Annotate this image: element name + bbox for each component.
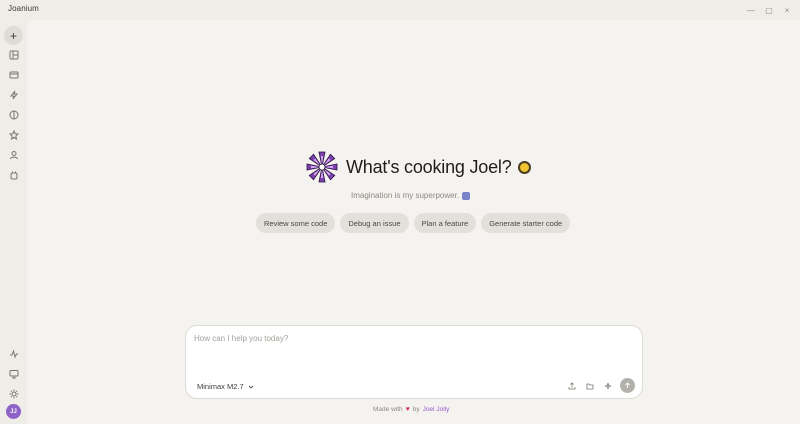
footer-by: by <box>412 406 420 413</box>
chevron-down-icon <box>248 385 254 389</box>
automations-icon[interactable] <box>5 86 22 103</box>
upload-icon[interactable] <box>566 380 578 392</box>
arrow-up-icon <box>625 382 630 388</box>
connectors-icon[interactable] <box>5 166 22 183</box>
footer: Made with ♥ by Joel Jolly <box>373 406 449 413</box>
window-controls: — ▢ × <box>744 3 794 17</box>
activity-icon[interactable] <box>5 345 22 362</box>
library-icon[interactable] <box>5 46 22 63</box>
minimize-button[interactable]: — <box>744 3 758 17</box>
app-title: Joanium <box>8 4 39 13</box>
close-button[interactable]: × <box>780 3 794 17</box>
author-link[interactable]: Joel Jolly <box>423 406 450 413</box>
send-button[interactable] <box>620 378 635 393</box>
projects-icon[interactable] <box>5 66 22 83</box>
skills-icon[interactable] <box>5 106 22 123</box>
model-label: Minimax M2.7 <box>197 382 244 391</box>
suggestion-chips: Review some code Debug an issue Plan a f… <box>256 213 571 233</box>
greeting-heading: What's cooking Joel? <box>346 156 512 177</box>
suggestion-chip[interactable]: Generate starter code <box>481 213 571 233</box>
joanium-logo-icon <box>306 151 338 183</box>
footer-made-with: Made with <box>373 406 403 413</box>
cooking-emoji-icon <box>517 160 531 174</box>
new-chat-button[interactable]: + <box>4 26 23 45</box>
subtitle-text: Imagination is my superpower. <box>351 191 460 200</box>
display-icon[interactable] <box>5 365 22 382</box>
sidebar: + JJ <box>0 20 27 424</box>
title-bar: Joanium — ▢ × <box>0 0 800 20</box>
agents-icon[interactable] <box>5 146 22 163</box>
composer-tools <box>566 378 635 393</box>
folder-icon[interactable] <box>584 380 596 392</box>
hero: What's cooking Joel? <box>305 150 531 184</box>
suggestion-chip[interactable]: Debug an issue <box>340 213 409 233</box>
avatar[interactable]: JJ <box>6 404 21 419</box>
sparkle-icon[interactable] <box>602 380 614 392</box>
maximize-button[interactable]: ▢ <box>762 3 776 17</box>
superhero-emoji-icon <box>462 191 471 200</box>
subtitle: Imagination is my superpower. <box>351 191 471 200</box>
suggestion-chip[interactable]: Plan a feature <box>413 213 477 233</box>
model-selector[interactable]: Minimax M2.7 <box>197 382 254 391</box>
heart-icon: ♥ <box>405 406 410 413</box>
theme-icon[interactable] <box>5 385 22 402</box>
suggestion-chip[interactable]: Review some code <box>256 213 336 233</box>
favorites-icon[interactable] <box>5 126 22 143</box>
main-panel: What's cooking Joel? Imagination is my s… <box>27 20 800 424</box>
chat-composer: How can I help you today? Minimax M2.7 <box>185 325 643 399</box>
prompt-input[interactable]: How can I help you today? <box>194 334 288 343</box>
